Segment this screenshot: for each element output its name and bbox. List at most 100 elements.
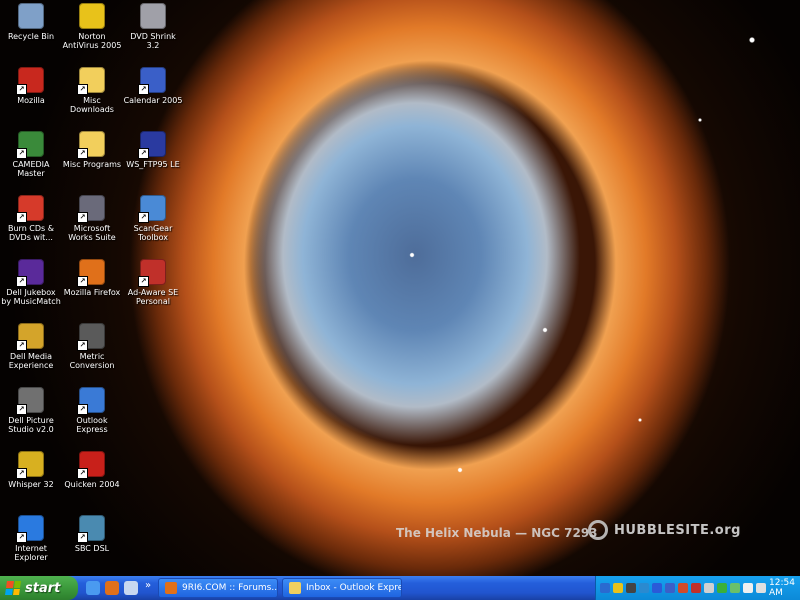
shortcut-arrow-icon: ↗ bbox=[138, 212, 149, 223]
desktop-icon[interactable]: ↗ Burn CDs & DVDs wit... bbox=[1, 195, 61, 242]
desktop-icon-label: Dell Picture Studio v2.0 bbox=[8, 416, 54, 434]
desktop-icon-label: CAMEDIA Master bbox=[12, 160, 50, 178]
firefox-quick-launch-icon[interactable] bbox=[105, 581, 119, 595]
norton-antivirus-icon bbox=[79, 3, 105, 29]
tray-adaware-icon[interactable] bbox=[691, 583, 701, 593]
tray-update-icon[interactable] bbox=[652, 583, 662, 593]
desktop-icon-label: Mozilla bbox=[17, 96, 45, 105]
desktop-icon[interactable]: ↗ Whisper 32 bbox=[1, 451, 61, 489]
tray-sync-icon[interactable] bbox=[743, 583, 753, 593]
folder-icon: ↗ bbox=[77, 67, 105, 95]
whisper-key-icon: ↗ bbox=[16, 451, 44, 479]
desktop-icon[interactable]: ↗ ScanGear Toolbox bbox=[123, 195, 183, 242]
hubblesite-watermark: HUBBLESITE.org bbox=[588, 520, 741, 540]
desktop-icon[interactable]: ↗ Ad-Aware SE Personal bbox=[123, 259, 183, 306]
tray-phone-icon[interactable] bbox=[730, 583, 740, 593]
desktop-icon-label: Microsoft Works Suite bbox=[68, 224, 116, 242]
shortcut-arrow-icon: ↗ bbox=[77, 532, 88, 543]
shortcut-arrow-icon: ↗ bbox=[16, 148, 27, 159]
desktop-icon[interactable]: ↗ Mozilla Firefox bbox=[62, 259, 122, 297]
desktop-icon-label: Outlook Express bbox=[76, 416, 108, 434]
shortcut-arrow-icon: ↗ bbox=[16, 468, 27, 479]
taskbar-button-label: 9RI6.COM :: Forums... bbox=[182, 583, 278, 593]
shortcut-arrow-icon: ↗ bbox=[138, 148, 149, 159]
desktop-icon[interactable]: ↗ Internet Explorer bbox=[1, 515, 61, 562]
desktop-icon[interactable]: ↗ WS_FTP95 LE bbox=[123, 131, 183, 169]
desktop-icon[interactable]: ↗ Dell Picture Studio v2.0 bbox=[1, 387, 61, 434]
tray-security-icon[interactable] bbox=[717, 583, 727, 593]
shortcut-arrow-icon: ↗ bbox=[77, 404, 88, 415]
desktop-icon-label: Internet Explorer bbox=[14, 544, 48, 562]
mozilla-icon: ↗ bbox=[16, 67, 44, 95]
tray-volume-icon[interactable] bbox=[704, 583, 714, 593]
desktop-icon-label: SBC DSL bbox=[74, 544, 110, 553]
scangear-icon: ↗ bbox=[138, 195, 166, 223]
desktop-icon-label: WS_FTP95 LE bbox=[126, 160, 180, 169]
tray-dell-icon[interactable] bbox=[600, 583, 610, 593]
ad-aware-icon: ↗ bbox=[138, 259, 166, 287]
start-button[interactable]: start bbox=[0, 576, 78, 600]
outlook-quick-launch-icon[interactable] bbox=[124, 581, 138, 595]
shortcut-arrow-icon: ↗ bbox=[16, 212, 27, 223]
desktop-icon[interactable]: ↗ Dell Media Experience bbox=[1, 323, 61, 370]
desktop-icon-label: Norton AntiVirus 2005 bbox=[62, 32, 122, 50]
desktop-icon[interactable]: ↗ Metric Conversion bbox=[62, 323, 122, 370]
shortcut-arrow-icon: ↗ bbox=[77, 148, 88, 159]
desktop-icon-label: Dell Media Experience bbox=[8, 352, 54, 370]
taskbar-button-label: Inbox - Outlook Express bbox=[306, 583, 402, 593]
desktop-icon[interactable]: ↗ Misc Downloads bbox=[62, 67, 122, 114]
desktop-icon[interactable]: ↗ Outlook Express bbox=[62, 387, 122, 434]
desktop-icon[interactable]: ↗ CAMEDIA Master bbox=[1, 131, 61, 178]
shortcut-arrow-icon: ↗ bbox=[16, 84, 27, 95]
shortcut-arrow-icon: ↗ bbox=[77, 84, 88, 95]
hubblesite-label: HUBBLESITE.org bbox=[614, 522, 741, 538]
works-suite-icon: ↗ bbox=[77, 195, 105, 223]
internet-explorer-icon: ↗ bbox=[16, 515, 44, 543]
desktop-icon-label: Dell Jukebox by MusicMatch bbox=[1, 288, 61, 306]
burn-cd-icon: ↗ bbox=[16, 195, 44, 223]
desktop-icon[interactable]: ↗ Misc Programs bbox=[62, 131, 122, 169]
sbc-dsl-icon: ↗ bbox=[77, 515, 105, 543]
desktop-icon-label: DVD Shrink 3.2 bbox=[130, 32, 176, 50]
outlook-task-icon bbox=[289, 582, 301, 594]
desktop-icon[interactable]: ↗ Microsoft Works Suite bbox=[62, 195, 122, 242]
tray-norton-icon[interactable] bbox=[613, 583, 623, 593]
tray-calendar-icon[interactable] bbox=[665, 583, 675, 593]
taskbar-button[interactable]: Inbox - Outlook Express bbox=[282, 578, 402, 598]
shortcut-arrow-icon: ↗ bbox=[138, 276, 149, 287]
quicken-icon: ↗ bbox=[77, 451, 105, 479]
taskbar: start » 9RI6.COM :: Forums... Inbox - Out… bbox=[0, 576, 800, 600]
picture-studio-icon: ↗ bbox=[16, 387, 44, 415]
quick-launch-overflow-icon[interactable]: » bbox=[145, 580, 151, 591]
desktop-icon[interactable]: Norton AntiVirus 2005 bbox=[62, 3, 122, 50]
desktop-icon[interactable]: ↗ Quicken 2004 bbox=[62, 451, 122, 489]
system-tray: 12:54 AM bbox=[595, 576, 800, 600]
desktop-icon-label: Mozilla Firefox bbox=[63, 288, 121, 297]
desktop-icon-label: Burn CDs & DVDs wit... bbox=[7, 224, 54, 242]
calendar-icon: ↗ bbox=[138, 67, 166, 95]
ws-ftp-icon: ↗ bbox=[138, 131, 166, 159]
taskbar-button[interactable]: 9RI6.COM :: Forums... bbox=[158, 578, 278, 598]
tray-camera-icon[interactable] bbox=[626, 583, 636, 593]
recycle-bin-icon bbox=[18, 3, 44, 29]
desktop-icon-label: Ad-Aware SE Personal bbox=[127, 288, 179, 306]
tray-shield-icon[interactable] bbox=[678, 583, 688, 593]
ie-quick-launch-icon[interactable] bbox=[86, 581, 100, 595]
shortcut-arrow-icon: ↗ bbox=[16, 340, 27, 351]
tray-printer-icon[interactable] bbox=[756, 583, 766, 593]
desktop-icon-label: Misc Downloads bbox=[70, 96, 114, 114]
desktop-icon[interactable]: DVD Shrink 3.2 bbox=[123, 3, 183, 50]
desktop-icon-label: Recycle Bin bbox=[7, 32, 55, 41]
tray-network-icon[interactable] bbox=[639, 583, 649, 593]
desktop-icon[interactable]: ↗ Dell Jukebox by MusicMatch bbox=[1, 259, 61, 306]
dvd-shrink-icon bbox=[140, 3, 166, 29]
desktop[interactable]: Recycle Bin Norton AntiVirus 2005 DVD Shri… bbox=[0, 0, 800, 576]
shortcut-arrow-icon: ↗ bbox=[16, 276, 27, 287]
desktop-icon[interactable]: ↗ Mozilla bbox=[1, 67, 61, 105]
desktop-icon[interactable]: Recycle Bin bbox=[1, 3, 61, 41]
desktop-icon[interactable]: ↗ SBC DSL bbox=[62, 515, 122, 553]
wallpaper-caption: The Helix Nebula — NGC 7293 bbox=[396, 526, 598, 540]
clock[interactable]: 12:54 AM bbox=[769, 578, 795, 598]
shortcut-arrow-icon: ↗ bbox=[16, 404, 27, 415]
desktop-icon[interactable]: ↗ Calendar 2005 bbox=[123, 67, 183, 105]
